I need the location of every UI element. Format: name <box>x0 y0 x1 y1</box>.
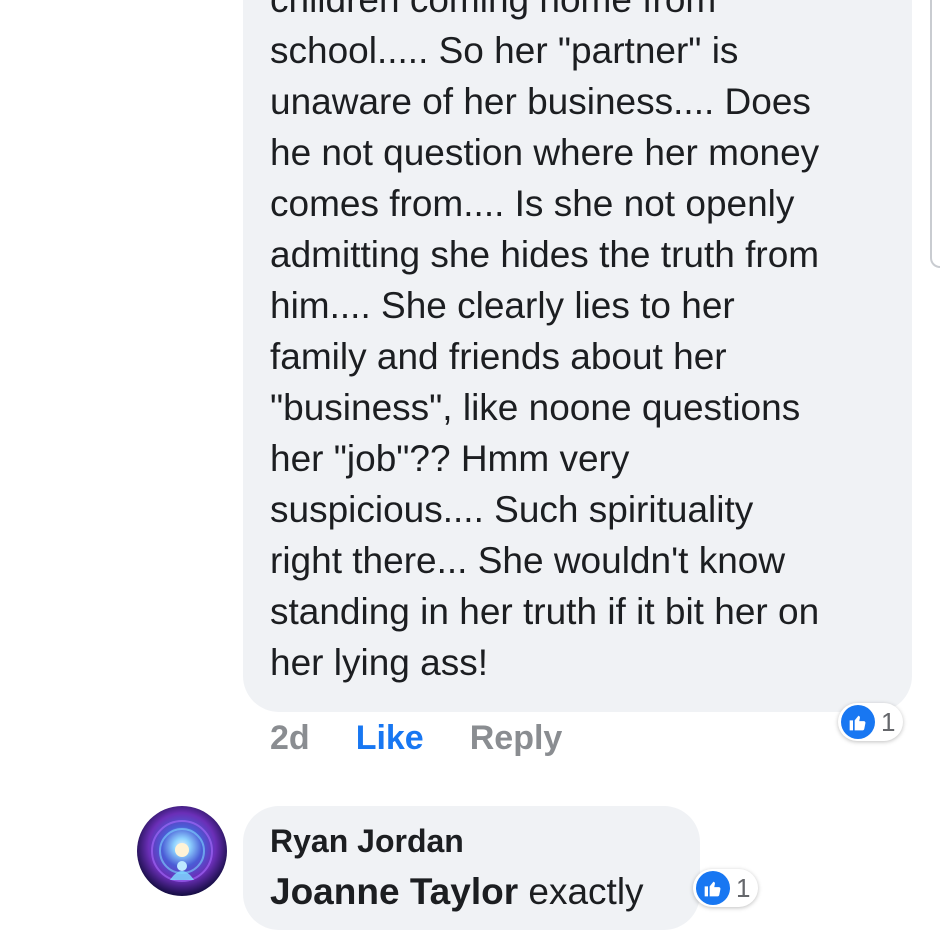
reaction-count: 1 <box>881 706 896 737</box>
thumbs-up-icon <box>696 871 730 905</box>
reaction-count: 1 <box>736 872 751 903</box>
like-button[interactable]: Like <box>356 719 424 758</box>
comment-actions: 2d Like Reply <box>270 716 562 760</box>
comment-thread: children coming home from school..... So… <box>0 0 940 940</box>
comment-text: children coming home from school..... So… <box>270 0 820 683</box>
comment-text: Joanne Taylor exactly <box>270 868 644 916</box>
reaction-badge[interactable]: 1 <box>693 869 759 907</box>
avatar[interactable] <box>137 806 227 896</box>
scrollbar[interactable] <box>930 0 940 268</box>
comment-author[interactable]: Ryan Jordan <box>270 820 464 862</box>
comment-timestamp[interactable]: 2d <box>270 719 310 758</box>
mention-link[interactable]: Joanne Taylor <box>270 871 518 912</box>
reply-button[interactable]: Reply <box>470 719 563 758</box>
reaction-badge[interactable]: 1 <box>838 703 904 741</box>
thumbs-up-icon <box>841 705 875 739</box>
comment-body: exactly <box>518 871 644 912</box>
